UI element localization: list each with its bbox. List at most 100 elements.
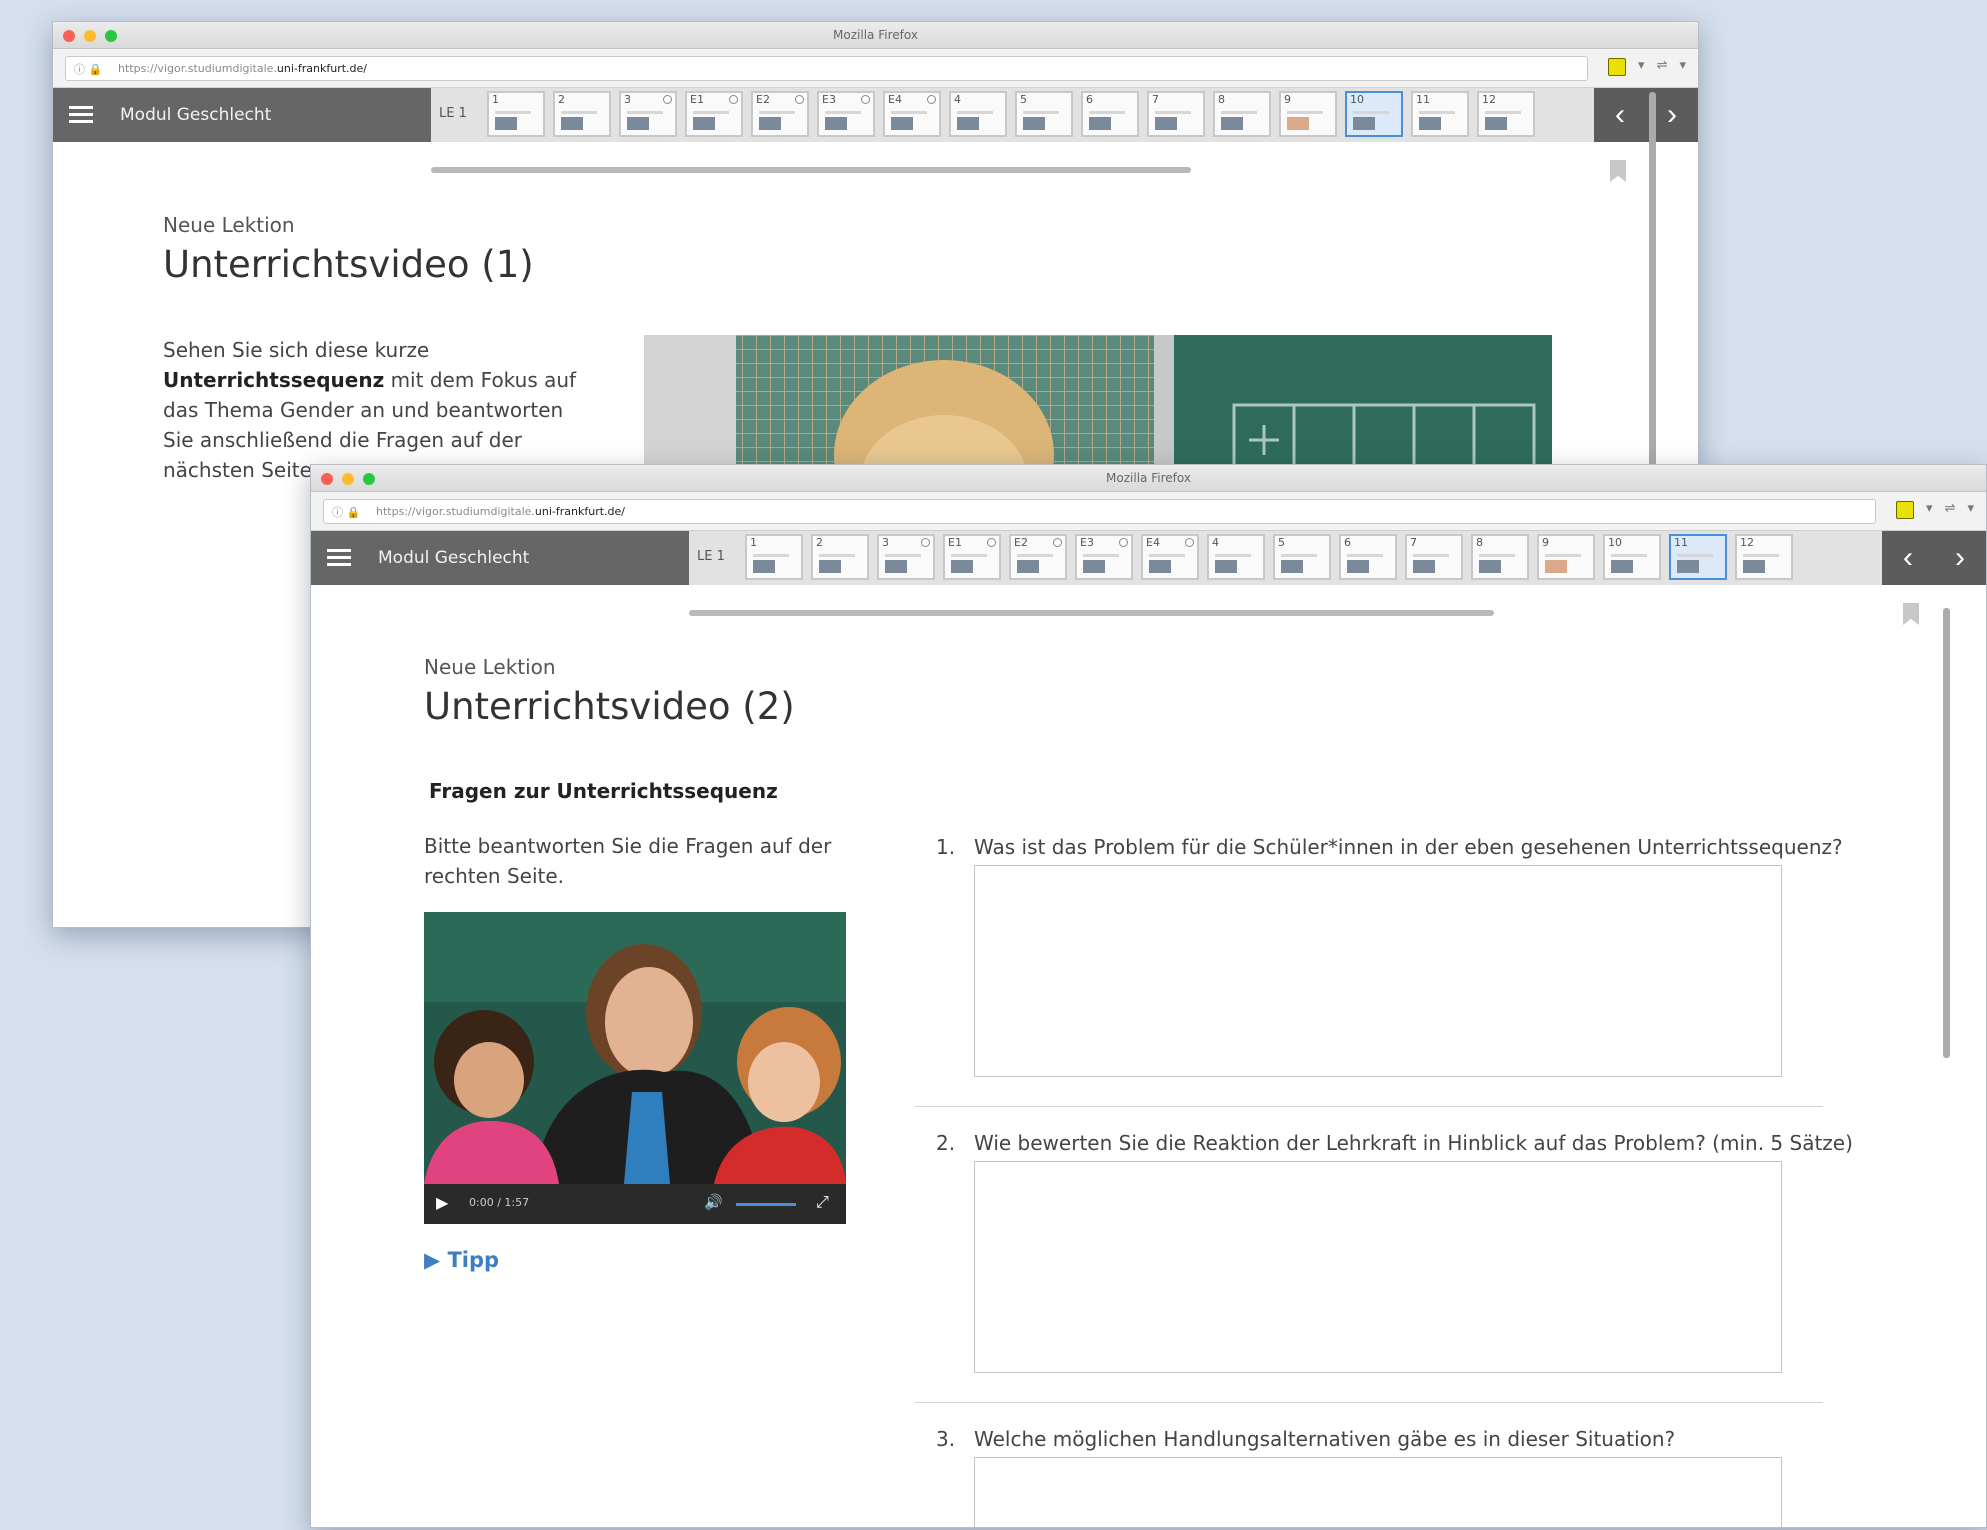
page-thumbnail[interactable]: 10 xyxy=(1345,91,1403,137)
thumbnail-image xyxy=(819,560,841,573)
answer-field-2[interactable] xyxy=(974,1161,1782,1373)
page-thumbnail[interactable]: 7 xyxy=(1147,91,1205,137)
video-player[interactable]: ▶ 0:00 / 1:57 🔊 ⤢ xyxy=(424,912,846,1224)
thumbnail-number: 3 xyxy=(624,93,631,106)
fullscreen-icon[interactable]: ⤢ xyxy=(816,1192,829,1212)
page-thumbnail[interactable]: 9 xyxy=(1537,534,1595,580)
thumbnail-number: 7 xyxy=(1410,536,1417,549)
page-thumbnail[interactable]: 8 xyxy=(1213,91,1271,137)
page-thumbnail[interactable]: E3 xyxy=(817,91,875,137)
page-thumbnail[interactable]: 3 xyxy=(619,91,677,137)
thumbnail-image xyxy=(1545,560,1567,573)
thumbnail-image xyxy=(1419,117,1441,130)
browser-tools: ▾ ⇌ ▾ xyxy=(1608,58,1686,76)
video-frame xyxy=(424,912,846,1184)
thumbnail-scroll-thumb[interactable] xyxy=(689,610,1494,616)
page-thumbnail[interactable]: 6 xyxy=(1081,91,1139,137)
info-icon[interactable]: ⓘ 🔒 xyxy=(332,504,360,520)
intro-text: Sehen Sie sich diese kurze Unterrichtsse… xyxy=(163,338,577,482)
title-bar: Mozilla Firefox xyxy=(53,22,1698,49)
page-thumbnail[interactable]: 1 xyxy=(487,91,545,137)
answer-field-3[interactable] xyxy=(974,1457,1782,1527)
answer-field-1[interactable] xyxy=(974,865,1782,1077)
menu-icon[interactable] xyxy=(327,549,351,567)
reader-icon[interactable]: ⇌ xyxy=(1657,58,1668,76)
info-icon[interactable]: ⓘ 🔒 xyxy=(74,61,102,77)
page-title: Unterrichtsvideo (2) xyxy=(424,685,795,728)
thumbnail-scroll-thumb[interactable] xyxy=(431,167,1191,173)
dropdown-icon[interactable]: ▾ xyxy=(1638,58,1645,76)
page-thumbnail[interactable]: 2 xyxy=(553,91,611,137)
page-thumbnail[interactable]: 11 xyxy=(1411,91,1469,137)
question-text: Welche möglichen Handlungsalternativen g… xyxy=(974,1427,1676,1451)
thumbnail-number: 10 xyxy=(1350,93,1364,106)
thumbnail-image xyxy=(1215,560,1237,573)
section-heading: Fragen zur Unterrichtssequenz xyxy=(429,779,778,803)
volume-icon[interactable]: 🔊 xyxy=(704,1193,723,1211)
thumbnail-image xyxy=(1149,560,1171,573)
dropdown-icon[interactable]: ▾ xyxy=(1926,501,1933,519)
thumbnail-image xyxy=(1017,560,1039,573)
thumbnail-image xyxy=(825,117,847,130)
address-bar[interactable]: ⓘ 🔒 https://vigor.studiumdigitale.uni-fr… xyxy=(65,56,1588,81)
page-thumbnail[interactable]: 8 xyxy=(1471,534,1529,580)
lesson-overline: Neue Lektion xyxy=(424,655,556,679)
page-thumbnail[interactable]: 12 xyxy=(1477,91,1535,137)
thumbnail-number: E4 xyxy=(888,93,902,106)
thumbnail-line xyxy=(1419,111,1455,114)
status-dot xyxy=(663,95,672,104)
page-thumbnail[interactable]: 4 xyxy=(949,91,1007,137)
volume-slider[interactable] xyxy=(736,1203,796,1206)
page-scrollbar[interactable] xyxy=(1943,608,1950,1058)
thumbnail-number: 2 xyxy=(558,93,565,106)
app-header: Modul Geschlecht LE 1 1 2 3 E1 E2 E3 E4 4 5 6 7 8 9 1… xyxy=(311,531,1986,585)
thumbnail-number: 4 xyxy=(954,93,961,106)
tipp-toggle[interactable]: ▶ Tipp xyxy=(424,1248,499,1272)
page-thumbnail[interactable]: E4 xyxy=(883,91,941,137)
page-thumbnail[interactable]: 3 xyxy=(877,534,935,580)
page-thumbnail[interactable]: E3 xyxy=(1075,534,1133,580)
page-thumbnail[interactable]: 7 xyxy=(1405,534,1463,580)
dropdown-icon[interactable]: ▾ xyxy=(1967,501,1974,519)
url-toolbar: ⓘ 🔒 https://vigor.studiumdigitale.uni-fr… xyxy=(53,49,1698,88)
page-thumbnail[interactable]: 2 xyxy=(811,534,869,580)
page-thumbnail[interactable]: 11 xyxy=(1669,534,1727,580)
question-text: Wie bewerten Sie die Reaktion der Lehrkr… xyxy=(974,1131,1853,1155)
reader-icon[interactable]: ⇌ xyxy=(1945,501,1956,519)
note-icon[interactable] xyxy=(1896,501,1915,519)
page-thumbnail[interactable]: E2 xyxy=(1009,534,1067,580)
thumbnail-line xyxy=(1215,554,1251,557)
chevron-right-icon[interactable]: › xyxy=(1934,531,1986,585)
page-thumbnail[interactable]: 6 xyxy=(1339,534,1397,580)
play-icon[interactable]: ▶ xyxy=(436,1193,448,1212)
bookmark-icon[interactable] xyxy=(1903,603,1919,625)
page-thumbnail[interactable]: E2 xyxy=(751,91,809,137)
address-bar[interactable]: ⓘ 🔒 https://vigor.studiumdigitale.uni-fr… xyxy=(323,499,1876,524)
divider xyxy=(915,1106,1823,1107)
bookmark-icon[interactable] xyxy=(1610,160,1626,182)
chevron-left-icon[interactable]: ‹ xyxy=(1882,531,1934,585)
page-thumbnail[interactable]: E1 xyxy=(685,91,743,137)
page-thumbnail[interactable]: 9 xyxy=(1279,91,1337,137)
thumbnail-line xyxy=(753,554,789,557)
page-thumbnail[interactable]: E4 xyxy=(1141,534,1199,580)
thumbnail-line xyxy=(1413,554,1449,557)
page-thumbnail[interactable]: 5 xyxy=(1273,534,1331,580)
page-thumbnail[interactable]: 5 xyxy=(1015,91,1073,137)
page-thumbnail[interactable]: E1 xyxy=(943,534,1001,580)
menu-icon[interactable] xyxy=(69,106,93,124)
page-thumbnail[interactable]: 4 xyxy=(1207,534,1265,580)
thumbnail-line xyxy=(1221,111,1257,114)
status-dot xyxy=(795,95,804,104)
status-dot xyxy=(921,538,930,547)
dropdown-icon[interactable]: ▾ xyxy=(1679,58,1686,76)
thumbnail-image xyxy=(1155,117,1177,130)
page-scrollbar[interactable] xyxy=(1649,92,1656,522)
page-thumbnail[interactable]: 1 xyxy=(745,534,803,580)
note-icon[interactable] xyxy=(1608,58,1627,76)
page-thumbnail[interactable]: 10 xyxy=(1603,534,1661,580)
page-thumbnail[interactable]: 12 xyxy=(1735,534,1793,580)
thumbnail-line xyxy=(885,554,921,557)
chevron-left-icon[interactable]: ‹ xyxy=(1594,88,1646,142)
thumbnail-number: 6 xyxy=(1086,93,1093,106)
